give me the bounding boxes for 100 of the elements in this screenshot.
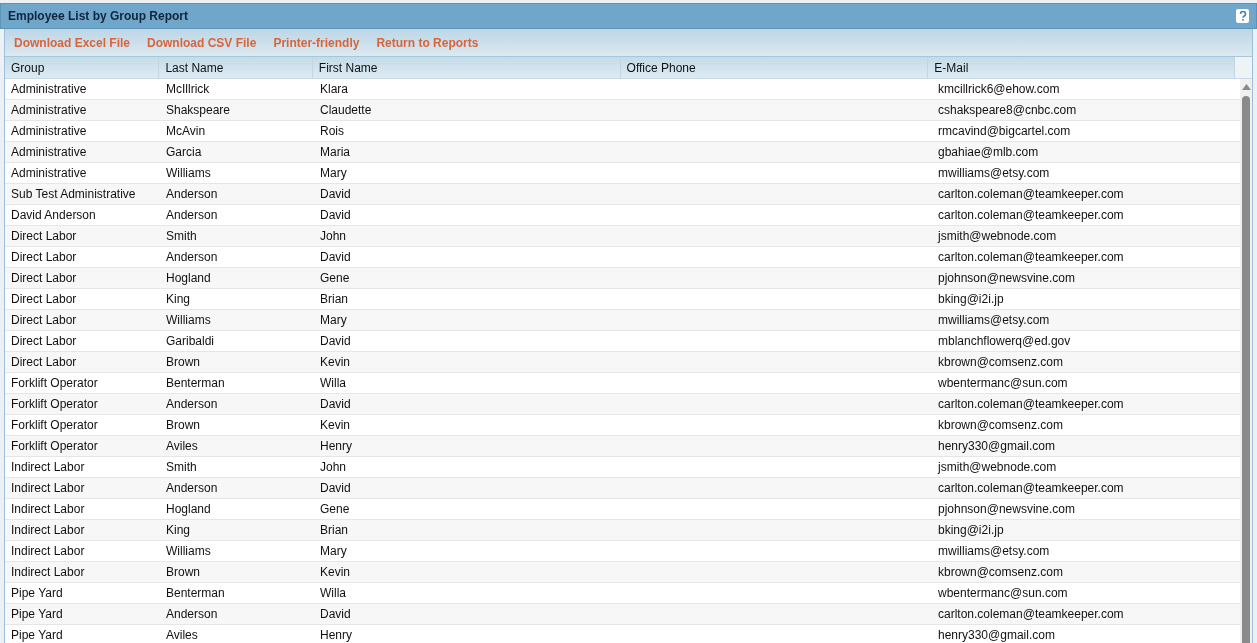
table-cell-text: Smith [166,459,197,476]
table-cell-text: Anderson [166,207,218,224]
table-cell-text: Direct Labor [11,249,77,266]
column-header[interactable]: Last Name [159,57,313,78]
table-cell-text: Sub Test Administrative [11,186,136,203]
table-cell-text: McAvin [166,123,206,140]
column-header[interactable]: Office Phone [620,57,929,78]
column-header[interactable]: Group [5,57,160,78]
table-cell-text: David [320,249,351,266]
table-cell-text: Indirect Labor [11,564,85,581]
table-cell-text: David [320,207,351,224]
table-cell-text: Henry [320,438,352,455]
scrollbar-thumb[interactable] [1242,96,1250,643]
table-cell-text: Direct Labor [11,312,77,329]
table-cell-text: Pipe Yard [11,606,63,623]
table-cell-text: Forklift Operator [11,438,98,455]
table-cell-text: Claudette [320,102,372,119]
table-cell-text: David [320,480,351,497]
table-cell-text: kbrown@comsenz.com [938,564,1063,581]
column-header[interactable]: First Name [312,57,621,78]
table-cell-text: Anderson [166,186,218,203]
table-cell-text: Mary [320,543,347,560]
help-icon [1238,11,1247,21]
table-cell-text: pjohnson@newsvine.com [938,501,1075,518]
table-cell-text: Williams [166,543,211,560]
table-cell-text: henry330@gmail.com [938,627,1055,643]
table-cell-text: Indirect Labor [11,480,85,497]
table-cell-text: Mary [320,312,347,329]
table-cell-text: Shakspeare [166,102,231,119]
table-cell-text: Kevin [320,564,351,581]
table-cell-text: kbrown@comsenz.com [938,354,1063,371]
scroll-up-icon[interactable] [1241,84,1251,90]
table-cell-text: Administrative [11,81,87,98]
table-cell-text: Mary [320,165,347,182]
table-cell-text: Forklift Operator [11,396,98,413]
table-cell-text: Williams [166,312,211,329]
table-cell-text: bking@i2i.jp [938,291,1004,308]
table-cell-text: Administrative [11,123,87,140]
table-cell-text: Direct Labor [11,354,77,371]
table-cell-text: henry330@gmail.com [938,438,1055,455]
table-cell-text: carlton.coleman@teamkeeper.com [938,396,1124,413]
table-cell-text: wbentermanc@sun.com [938,585,1068,602]
table-cell-text: Anderson [166,396,218,413]
table-cell-text: Indirect Labor [11,459,85,476]
table-cell-text: Williams [166,165,211,182]
table-cell-text: jsmith@webnode.com [938,459,1057,476]
table-cell-text: Indirect Labor [11,522,85,539]
table-cell-text: kbrown@comsenz.com [938,417,1063,434]
table-cell-text: Brian [320,291,348,308]
table-cell-text: David [320,186,351,203]
table-cell-text: King [166,291,191,308]
table-cell-text: Benterman [166,375,225,392]
table-cell-text: Anderson [166,249,218,266]
table-cell-text: Hogland [166,501,211,518]
table-cell-text: Garcia [166,144,202,161]
help-button[interactable] [1236,9,1249,23]
table-cell-text: Gene [320,270,350,287]
table-cell-text: Anderson [166,480,218,497]
table-cell-text: mwilliams@etsy.com [938,543,1050,560]
table-cell-text: David [320,606,351,623]
table-cell-text: Direct Labor [11,291,77,308]
table-cell-text: Direct Labor [11,270,77,287]
table-cell-text: John [320,228,347,245]
table-cell-text: Administrative [11,165,87,182]
table-cell-text: Forklift Operator [11,375,98,392]
table-cell-text: Administrative [11,102,87,119]
header-corner [1235,57,1252,78]
table-cell-text: mwilliams@etsy.com [938,312,1050,329]
table-cell-text: Rois [320,123,344,140]
table-cell-text: carlton.coleman@teamkeeper.com [938,249,1124,266]
table-cell-text: Smith [166,228,197,245]
table-cell-text: Forklift Operator [11,417,98,434]
table-cell-text: Gene [320,501,350,518]
table-cell-text: Henry [320,627,352,643]
table-cell-text: mblanchflowerq@ed.gov [938,333,1071,350]
table-cell-text: Brown [166,354,200,371]
table-cell-text: McIllrick [166,81,210,98]
table-cell-text: kmcillrick6@ehow.com [938,81,1060,98]
table-cell-text: Indirect Labor [11,501,85,518]
table-cell-text: Direct Labor [11,228,77,245]
table-cell-text: Pipe Yard [11,585,63,602]
table-cell-text: Benterman [166,585,225,602]
scrollbar[interactable] [1240,79,1252,643]
table-cell-text: Willa [320,585,346,602]
table-cell-text: jsmith@webnode.com [938,228,1057,245]
table-cell-text: Anderson [166,606,218,623]
table-cell-text: pjohnson@newsvine.com [938,270,1075,287]
table-cell-text: carlton.coleman@teamkeeper.com [938,480,1124,497]
table-cell-text: Administrative [11,144,87,161]
table-cell-text: Aviles [166,627,198,643]
table-cell-text: carlton.coleman@teamkeeper.com [938,207,1124,224]
table-cell-text: rmcavind@bigcartel.com [938,123,1071,140]
table-cell-text: David [320,333,351,350]
table-cell-text: John [320,459,347,476]
window-title: Employee List by Group Report [8,8,189,25]
table-cell-text: King [166,522,191,539]
table-cell-text: David Anderson [11,207,96,224]
table-cell-text: mwilliams@etsy.com [938,165,1050,182]
table-cell-text: wbentermanc@sun.com [938,375,1068,392]
table-cell-text: Garibaldi [166,333,215,350]
